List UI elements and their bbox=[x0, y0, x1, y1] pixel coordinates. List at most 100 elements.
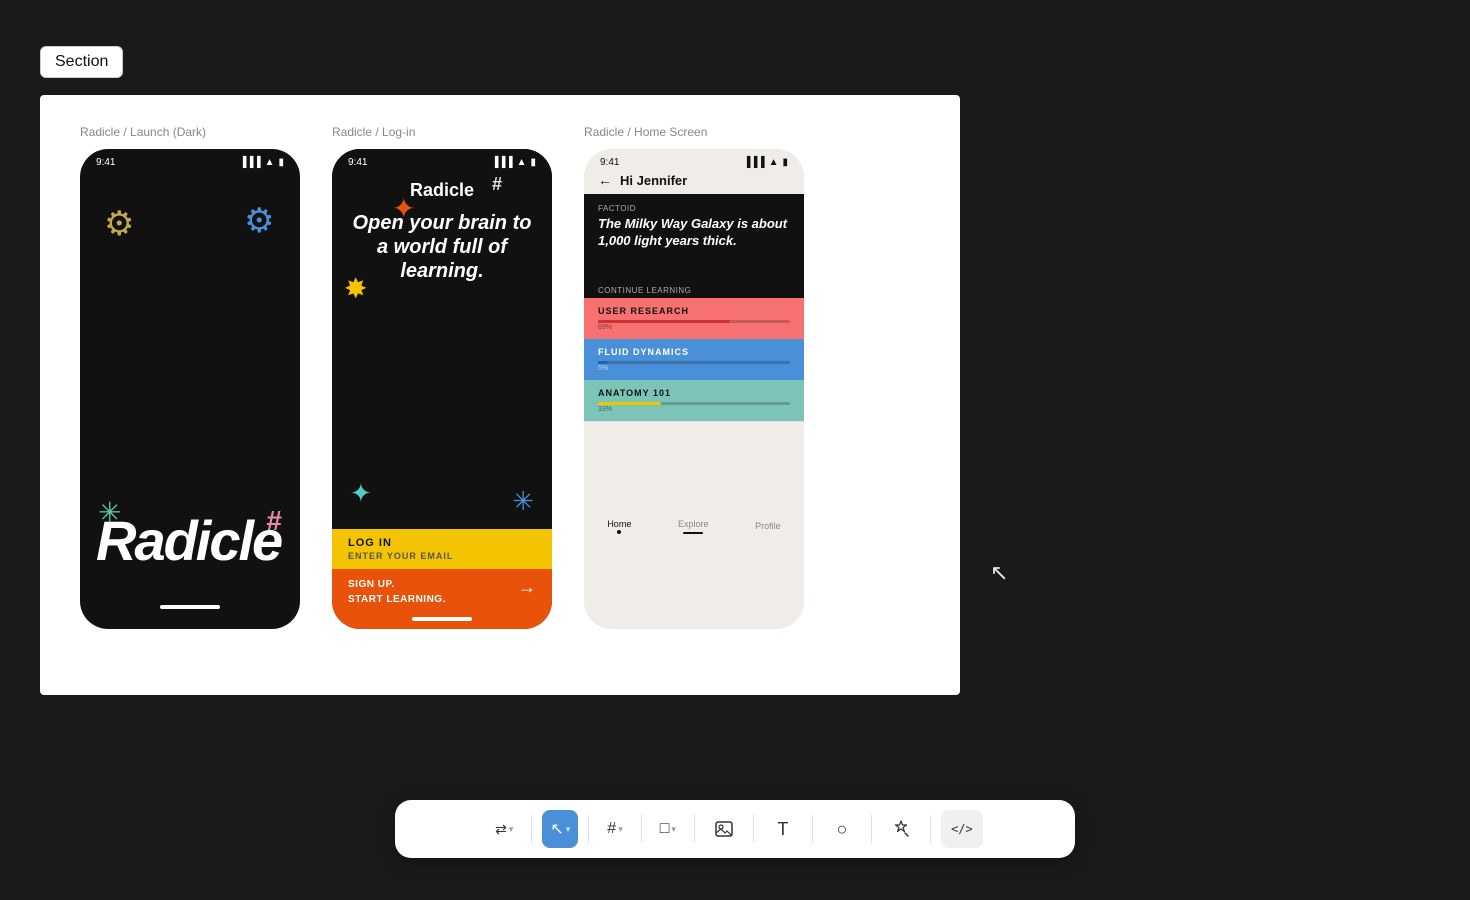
continue-label: Continue Learning bbox=[584, 280, 804, 298]
phone1-home-indicator bbox=[160, 605, 220, 609]
phone2-signup: SIGN UP. START LEARNING. → bbox=[332, 569, 552, 629]
phone3-factoid: Factoid The Milky Way Galaxy is about 1,… bbox=[584, 194, 804, 280]
phone3: 9:41 ▐▐▐ ▲ ▮ ← Hi Jennifer Factoid The M… bbox=[584, 149, 804, 629]
tab-profile[interactable]: Profile bbox=[755, 521, 781, 531]
sun-icon: ✸ bbox=[344, 272, 367, 305]
phone2-signup-text: SIGN UP. START LEARNING. bbox=[348, 577, 446, 607]
phone3-tab-bar: Home Explore Profile bbox=[584, 421, 804, 629]
blob-teal-icon: ✦ bbox=[350, 478, 372, 509]
phone3-signal: ▐▐▐ bbox=[743, 157, 764, 168]
course-user-research: USER RESEARCH 69% bbox=[584, 298, 804, 339]
shape-icon: □ bbox=[660, 820, 670, 838]
phone2-home-indicator bbox=[412, 617, 472, 621]
orange-blob-icon: ✦ bbox=[392, 192, 538, 225]
ellipse-tool-button[interactable]: ○ bbox=[823, 810, 861, 848]
text-icon: T bbox=[777, 819, 788, 840]
cursor-pointer-icon: ↖ bbox=[990, 560, 1008, 586]
phone3-navbar: ← Hi Jennifer bbox=[584, 170, 804, 194]
phone3-title: Radicle / Home Screen bbox=[584, 125, 804, 139]
text-tool-button[interactable]: T bbox=[764, 810, 802, 848]
course1-name: USER RESEARCH bbox=[598, 306, 790, 316]
phone1-title: Radicle / Launch (Dark) bbox=[80, 125, 300, 139]
code-icon: </> bbox=[951, 822, 973, 836]
factoid-label: Factoid bbox=[598, 204, 790, 213]
course-anatomy: ANATOMY 101 33% bbox=[584, 380, 804, 421]
tab-explore[interactable]: Explore bbox=[678, 519, 709, 534]
image-tool-button[interactable] bbox=[705, 810, 743, 848]
toolbar-divider-3 bbox=[641, 815, 642, 843]
phone2-status-bar: 9:41 ▐▐▐ ▲ ▮ bbox=[332, 149, 552, 172]
shape-tool-button[interactable]: □ ▾ bbox=[652, 810, 684, 848]
course2-progress-bar bbox=[598, 361, 790, 364]
tab-bar-indicator bbox=[683, 532, 703, 534]
factoid-text: The Milky Way Galaxy is about 1,000 ligh… bbox=[598, 216, 790, 250]
phone1-status-icons: ▐▐▐ ▲ ▮ bbox=[239, 157, 284, 168]
magic-tool-button[interactable] bbox=[882, 810, 920, 848]
back-arrow-icon: ← bbox=[598, 172, 612, 188]
code-tool-button[interactable]: </> bbox=[941, 810, 983, 848]
tab-explore-label: Explore bbox=[678, 519, 709, 529]
frame-tool-button[interactable]: # ▾ bbox=[599, 810, 630, 848]
star-teal-icon: ✳ bbox=[98, 496, 121, 529]
toolbar: ⇄ ▾ ↖ ▾ # ▾ □ ▾ T ○ bbox=[395, 800, 1075, 858]
course3-progress-bar bbox=[598, 402, 790, 405]
canvas-area: Radicle / Launch (Dark) 9:41 ▐▐▐ ▲ ▮ ⚙ ⚙… bbox=[40, 95, 960, 695]
tab-home[interactable]: Home bbox=[607, 519, 631, 534]
move-chevron: ▾ bbox=[509, 824, 514, 835]
gear-blue-icon: ⚙ bbox=[244, 201, 280, 237]
toolbar-divider-8 bbox=[930, 815, 931, 843]
cursor-chevron: ▾ bbox=[566, 824, 571, 835]
image-icon bbox=[714, 819, 734, 839]
ellipse-icon: ○ bbox=[836, 819, 847, 840]
phone2-login: LOG IN ENTER YOUR EMAIL bbox=[332, 529, 552, 569]
gear-gold-icon: ⚙ bbox=[104, 204, 140, 240]
shape-chevron: ▾ bbox=[671, 824, 676, 835]
course2-name: FLUID DYNAMICS bbox=[598, 347, 790, 357]
star-blue-icon: ✳ bbox=[512, 486, 534, 517]
phone1-status-bar: 9:41 ▐▐▐ ▲ ▮ bbox=[80, 149, 300, 172]
toolbar-divider-1 bbox=[531, 815, 532, 843]
tab-profile-label: Profile bbox=[755, 521, 781, 531]
phone2-title: Radicle / Log-in bbox=[332, 125, 552, 139]
course3-progress-fill bbox=[598, 402, 661, 405]
hash-white-icon: # bbox=[492, 174, 502, 195]
magic-icon bbox=[891, 819, 911, 839]
frame-chevron: ▾ bbox=[618, 824, 623, 835]
tab-home-label: Home bbox=[607, 519, 631, 529]
toolbar-divider-4 bbox=[694, 815, 695, 843]
course2-progress-fill bbox=[598, 361, 608, 364]
phone2-time: 9:41 bbox=[348, 157, 367, 168]
wifi-icon: ▲ bbox=[265, 157, 275, 168]
move-icon: ⇄ bbox=[495, 821, 507, 838]
battery-icon: ▮ bbox=[278, 157, 284, 168]
course3-progress-label: 33% bbox=[598, 406, 790, 413]
phone1: 9:41 ▐▐▐ ▲ ▮ ⚙ ⚙ Radicle ✳ # bbox=[80, 149, 300, 629]
section-label: Section bbox=[40, 46, 123, 78]
phone2-battery: ▮ bbox=[530, 157, 536, 168]
hash-pink-icon: # bbox=[266, 505, 282, 537]
phone2-top: Radicle ✦ # Open your brain to a world f… bbox=[332, 172, 552, 529]
cursor-arrow-icon: ↖ bbox=[550, 819, 563, 839]
cursor-tool-button[interactable]: ↖ ▾ bbox=[542, 810, 578, 848]
toolbar-divider-7 bbox=[871, 815, 872, 843]
toolbar-divider-6 bbox=[812, 815, 813, 843]
phone3-status-bar: 9:41 ▐▐▐ ▲ ▮ bbox=[584, 149, 804, 170]
course1-progress-label: 69% bbox=[598, 324, 790, 331]
phone-1-wrapper: Radicle / Launch (Dark) 9:41 ▐▐▐ ▲ ▮ ⚙ ⚙… bbox=[80, 125, 300, 629]
phone1-time: 9:41 bbox=[96, 157, 115, 168]
phone2-email: ENTER YOUR EMAIL bbox=[348, 551, 536, 561]
tab-home-dot bbox=[617, 530, 621, 534]
phone2-wifi: ▲ bbox=[517, 157, 527, 168]
move-tool-button[interactable]: ⇄ ▾ bbox=[487, 810, 521, 848]
course3-name: ANATOMY 101 bbox=[598, 388, 790, 398]
arrow-right-icon: → bbox=[518, 577, 536, 598]
phone3-page-title: Hi Jennifer bbox=[620, 173, 687, 188]
toolbar-divider-5 bbox=[753, 815, 754, 843]
phone2-signal: ▐▐▐ bbox=[491, 157, 512, 168]
phone1-brand: Radicle bbox=[96, 513, 284, 569]
phone-2-wrapper: Radicle / Log-in 9:41 ▐▐▐ ▲ ▮ Radicle ✦ bbox=[332, 125, 552, 629]
course1-progress-fill bbox=[598, 320, 730, 323]
phone2-log-in-label: LOG IN bbox=[348, 537, 536, 549]
phone3-time: 9:41 bbox=[600, 157, 619, 168]
course2-progress-label: 5% bbox=[598, 365, 790, 372]
